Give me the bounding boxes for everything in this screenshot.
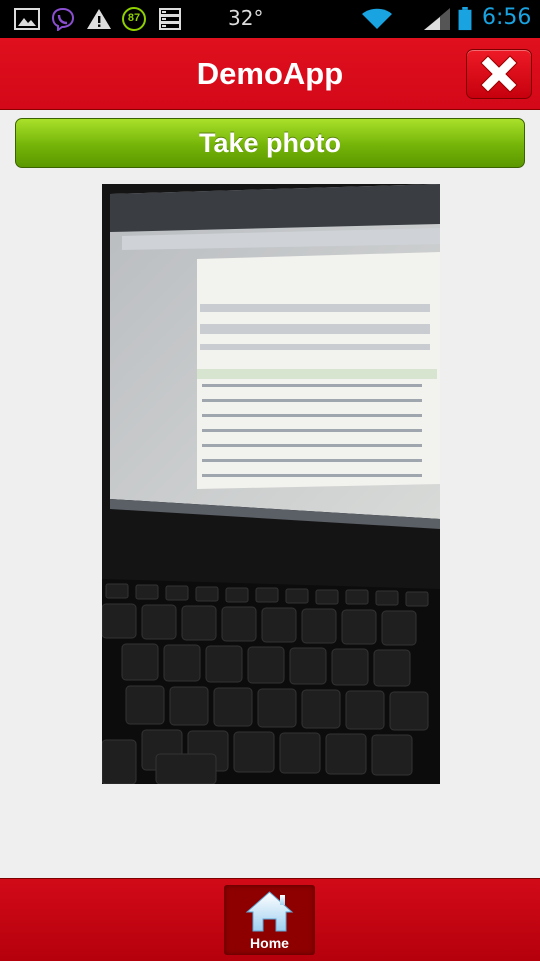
wifi-icon	[362, 8, 392, 29]
tab-home-label: Home	[250, 935, 289, 951]
viber-icon	[51, 7, 75, 31]
battery-saver-badge: 87	[122, 7, 146, 31]
clock-text: 6:56	[482, 5, 532, 30]
battery-percent-text: 87	[127, 12, 141, 24]
close-icon	[480, 55, 518, 93]
captured-photo	[102, 184, 440, 784]
photo-image	[102, 184, 440, 784]
temperature-text: 32°	[228, 6, 264, 30]
tab-home[interactable]: Home	[224, 885, 315, 955]
tab-bar: Home	[0, 878, 540, 961]
close-button[interactable]	[466, 49, 532, 99]
signal-icon	[424, 8, 450, 30]
title-bar: DemoApp	[0, 38, 540, 110]
warning-icon	[87, 9, 111, 29]
gallery-icon	[14, 8, 40, 30]
take-photo-button[interactable]: Take photo	[15, 118, 525, 168]
home-icon	[245, 891, 294, 932]
storage-icon	[159, 8, 181, 30]
battery-icon	[458, 7, 472, 31]
app-title: DemoApp	[196, 56, 344, 91]
status-bar: 87 32° 6:56	[0, 0, 540, 38]
